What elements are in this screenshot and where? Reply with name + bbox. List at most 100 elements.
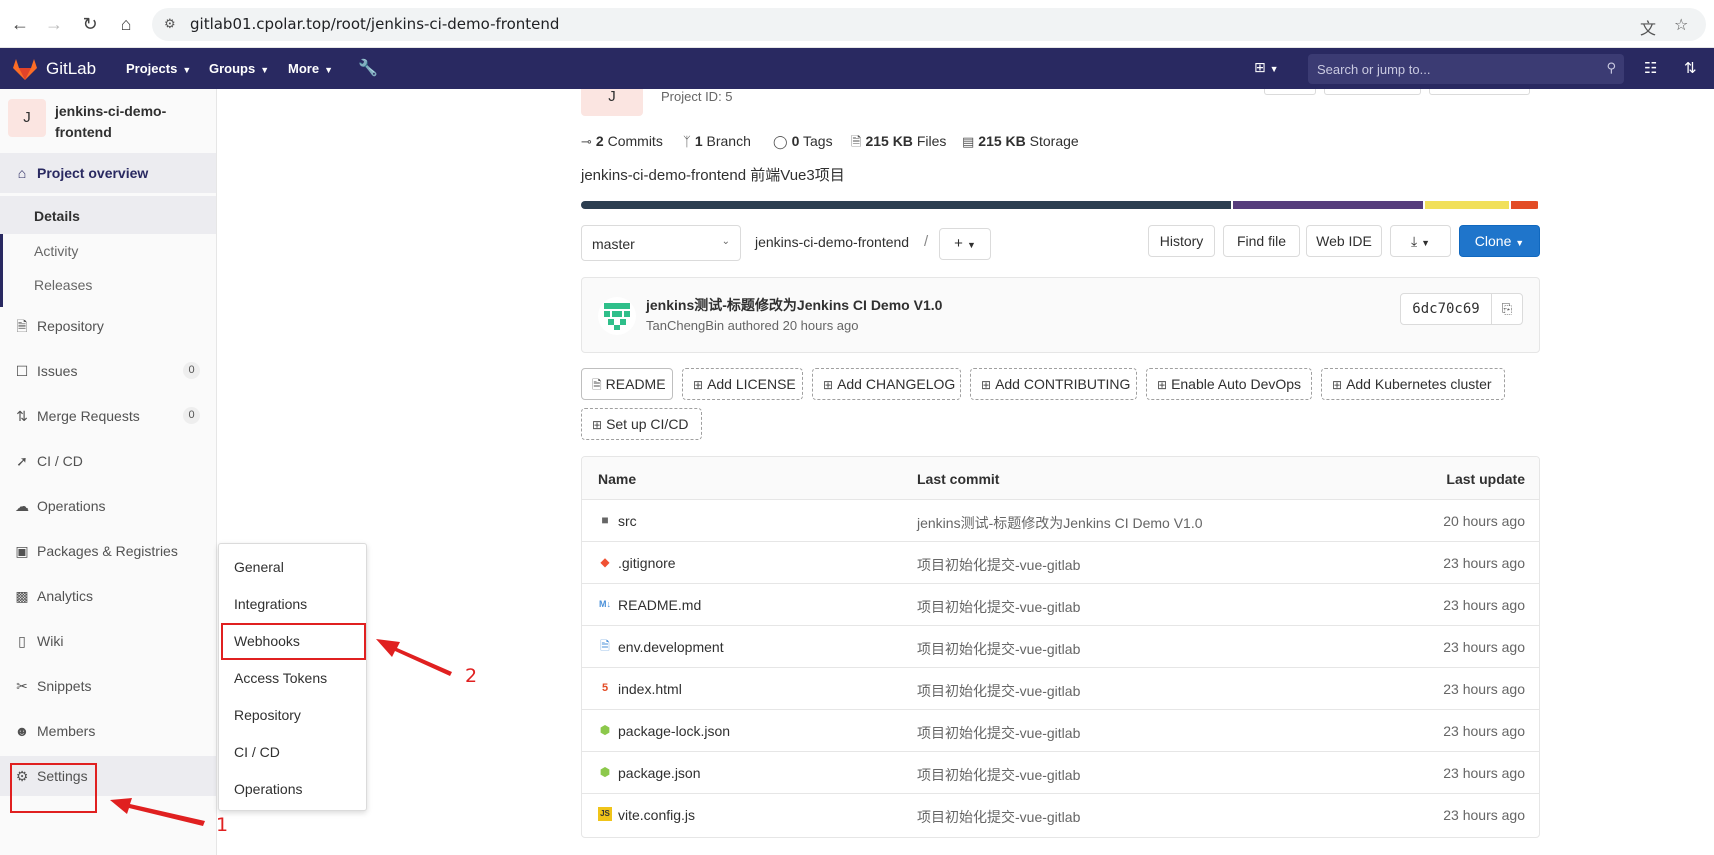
file-name[interactable]: env.development — [618, 639, 724, 655]
download-button[interactable]: ⤓ ▼ — [1390, 225, 1451, 257]
readme-button[interactable]: 🗎 README — [581, 368, 673, 400]
stat-storage[interactable]: ▤ 215 KB Storage — [962, 133, 1079, 150]
fork-button[interactable] — [1429, 89, 1530, 95]
sidebar-item-members[interactable]: ☻ Members — [0, 711, 216, 751]
breadcrumb-project[interactable]: jenkins-ci-demo-frontend — [755, 234, 909, 250]
sidebar-item-repository[interactable]: 🗎 Repository — [0, 306, 216, 346]
file-last-commit[interactable]: 项目初始化提交-vue-gitlab — [917, 807, 1080, 827]
merge-requests-icon[interactable]: ⇅ — [1684, 59, 1697, 77]
branch-selector[interactable]: master ⌄ — [581, 225, 741, 261]
table-row[interactable]: ■ src jenkins测试-标题修改为Jenkins CI Demo V1.… — [582, 500, 1539, 542]
add-to-tree-button[interactable]: + ▼ — [939, 228, 991, 260]
search-input[interactable]: Search or jump to... ⚲ — [1308, 54, 1624, 84]
new-item-icon[interactable]: ⊞ ▼ — [1254, 59, 1279, 76]
sidebar-subitem-releases[interactable]: Releases — [34, 277, 92, 293]
sidebar-item-ci-cd[interactable]: ➚ CI / CD — [0, 441, 216, 481]
file-name[interactable]: package-lock.json — [618, 723, 730, 739]
sidebar-subitem-activity[interactable]: Activity — [34, 243, 78, 259]
commit-author[interactable]: TanChengBin — [646, 318, 724, 333]
file-name[interactable]: vite.config.js — [618, 807, 695, 823]
language-segment[interactable] — [1425, 201, 1509, 209]
sidebar-item-analytics[interactable]: ▩ Analytics — [0, 576, 216, 616]
file-last-commit[interactable]: 项目初始化提交-vue-gitlab — [917, 765, 1080, 785]
notification-button[interactable] — [1264, 89, 1316, 95]
enable-auto-devops-button[interactable]: ⊞ Enable Auto DevOps — [1146, 368, 1312, 400]
add-license-button[interactable]: ⊞ Add LICENSE — [682, 368, 803, 400]
table-row[interactable]: JS vite.config.js 项目初始化提交-vue-gitlab 23 … — [582, 794, 1539, 836]
flyout-item-operations[interactable]: Operations — [234, 781, 302, 797]
file-last-commit[interactable]: 项目初始化提交-vue-gitlab — [917, 681, 1080, 701]
gitlab-brand[interactable]: GitLab — [46, 59, 96, 79]
copy-sha-button[interactable]: ⎘ — [1491, 293, 1523, 325]
star-button[interactable] — [1324, 89, 1421, 95]
sidebar-subitem-details-label[interactable]: Details — [34, 208, 80, 224]
site-info-icon[interactable]: ⚙ — [164, 16, 180, 32]
wrench-icon[interactable]: 🔧 — [358, 58, 378, 78]
language-segment[interactable] — [1233, 201, 1423, 209]
commit-sha[interactable]: 6dc70c69 — [1400, 293, 1492, 325]
language-segment[interactable] — [1511, 201, 1538, 209]
flyout-item-ci-cd[interactable]: CI / CD — [234, 744, 280, 760]
project-avatar[interactable]: J — [8, 99, 46, 137]
url-text[interactable]: gitlab01.cpolar.top/root/jenkins-ci-demo… — [190, 15, 559, 33]
file-name[interactable]: index.html — [618, 681, 682, 697]
file-name[interactable]: package.json — [618, 765, 701, 781]
file-name[interactable]: README.md — [618, 597, 701, 613]
forward-icon[interactable]: → — [42, 12, 66, 36]
file-last-commit[interactable]: 项目初始化提交-vue-gitlab — [917, 723, 1080, 743]
stat-tags[interactable]: ◯ 0 Tags — [773, 133, 833, 150]
setup-ci-cd-button[interactable]: ⊞ Set up CI/CD — [581, 408, 702, 440]
address-bar[interactable]: ⚙ gitlab01.cpolar.top/root/jenkins-ci-de… — [152, 8, 1706, 41]
commit-title[interactable]: jenkins测试-标题修改为Jenkins CI Demo V1.0 — [646, 295, 942, 315]
flyout-item-integrations[interactable]: Integrations — [234, 596, 307, 612]
sidebar-item-packages-registries[interactable]: ▣ Packages & Registries — [0, 531, 216, 571]
col-last-commit: Last commit — [917, 471, 1000, 487]
sidebar-item-wiki[interactable]: ▯ Wiki — [0, 621, 216, 661]
table-row[interactable]: 5 index.html 项目初始化提交-vue-gitlab 23 hours… — [582, 668, 1539, 710]
file-last-commit[interactable]: 项目初始化提交-vue-gitlab — [917, 555, 1080, 575]
author-avatar[interactable] — [598, 297, 636, 335]
table-row[interactable]: M↓ README.md 项目初始化提交-vue-gitlab 23 hours… — [582, 584, 1539, 626]
home-icon[interactable]: ⌂ — [114, 12, 138, 36]
file-last-commit[interactable]: jenkins测试-标题修改为Jenkins CI Demo V1.0 — [917, 513, 1203, 533]
file-last-commit[interactable]: 项目初始化提交-vue-gitlab — [917, 597, 1080, 617]
menu-groups[interactable]: Groups ▼ — [209, 61, 269, 76]
menu-projects[interactable]: Projects ▼ — [126, 61, 191, 76]
add-kubernetes-cluster-button[interactable]: ⊞ Add Kubernetes cluster — [1321, 368, 1505, 400]
sidebar-subitem-details[interactable] — [0, 196, 216, 234]
flyout-item-access-tokens[interactable]: Access Tokens — [234, 670, 327, 686]
table-row[interactable]: ⬢ package.json 项目初始化提交-vue-gitlab 23 hou… — [582, 752, 1539, 794]
table-row[interactable]: ◆ .gitignore 项目初始化提交-vue-gitlab 23 hours… — [582, 542, 1539, 584]
add-changelog-button[interactable]: ⊞ Add CHANGELOG — [812, 368, 961, 400]
reload-icon[interactable]: ↻ — [78, 12, 102, 36]
file-last-commit[interactable]: 项目初始化提交-vue-gitlab — [917, 639, 1080, 659]
history-button[interactable]: History — [1148, 225, 1215, 257]
repository-language-bar[interactable] — [581, 201, 1540, 209]
table-row[interactable]: 🗎 env.development 项目初始化提交-vue-gitlab 23 … — [582, 626, 1539, 668]
sidebar-item-project-overview[interactable]: ⌂ Project overview — [0, 153, 216, 193]
stat-files[interactable]: 🗎 215 KB Files — [851, 133, 946, 155]
stat-branch[interactable]: ᛉ1 Branch — [683, 133, 751, 149]
find-file-button[interactable]: Find file — [1223, 225, 1300, 257]
issues-todo-icon[interactable]: ☷ — [1644, 59, 1657, 77]
sidebar-item-issues[interactable]: ☐ Issues 0 — [0, 351, 216, 391]
language-segment[interactable] — [581, 201, 1231, 209]
add-contributing-button[interactable]: ⊞ Add CONTRIBUTING — [970, 368, 1137, 400]
file-name[interactable]: src — [618, 513, 637, 529]
flyout-item-general[interactable]: General — [234, 559, 284, 575]
file-name[interactable]: .gitignore — [618, 555, 676, 571]
web-ide-button[interactable]: Web IDE — [1306, 225, 1382, 257]
back-icon[interactable]: ← — [8, 12, 32, 36]
sidebar-project-name[interactable]: jenkins-ci-demo-frontend — [55, 101, 205, 143]
menu-more[interactable]: More ▼ — [288, 61, 333, 76]
flyout-item-repository[interactable]: Repository — [234, 707, 301, 723]
sidebar-item-operations[interactable]: ☁ Operations — [0, 486, 216, 526]
bookmark-star-icon[interactable]: ☆ — [1674, 15, 1688, 35]
translate-icon[interactable]: 文 — [1640, 15, 1656, 39]
sidebar-item-snippets[interactable]: ✂ Snippets — [0, 666, 216, 706]
stat-commits[interactable]: ⊸ 2 Commits — [581, 133, 663, 150]
gitlab-logo-icon[interactable] — [12, 57, 38, 81]
clone-button[interactable]: Clone ▼ — [1459, 225, 1540, 257]
table-row[interactable]: ⬢ package-lock.json 项目初始化提交-vue-gitlab 2… — [582, 710, 1539, 752]
sidebar-item-merge-requests[interactable]: ⇅ Merge Requests 0 — [0, 396, 216, 436]
